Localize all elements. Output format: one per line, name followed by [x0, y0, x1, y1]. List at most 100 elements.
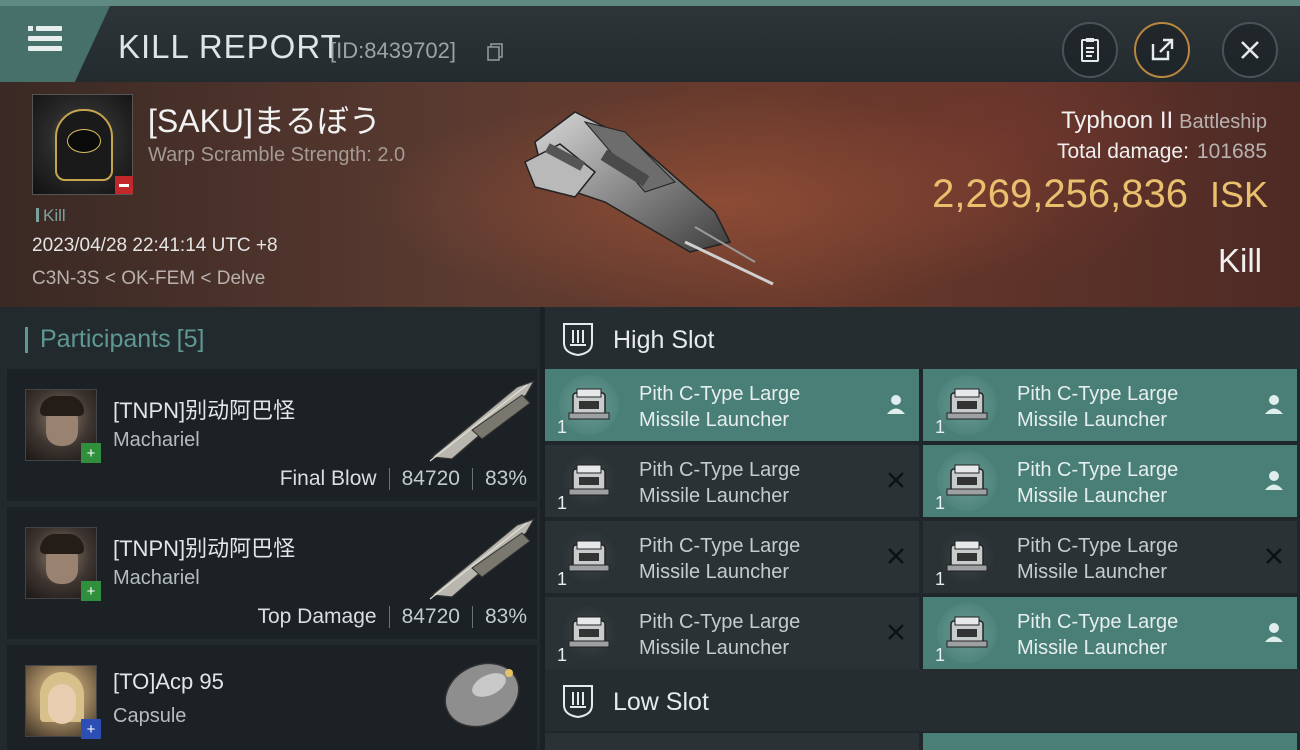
participant-name: [TO]Acp 95: [113, 669, 224, 694]
high-slot-module[interactable]: 1 Pith C-Type Large Missile Launcher: [923, 369, 1297, 441]
module-name: Pith C-Type Large Missile Launcher: [639, 609, 859, 661]
menu-icon[interactable]: [28, 24, 62, 54]
high-slot-module[interactable]: 1 Pith C-Type Large Missile Launcher: [923, 597, 1297, 669]
missile-launcher-icon: [559, 451, 619, 511]
victim-ship-type[interactable]: Typhoon II Battleship: [1061, 107, 1267, 135]
module-quantity: 1: [557, 417, 568, 437]
report-id: [ID:8439702]: [330, 38, 456, 63]
module-name: Pith C-Type Large Missile Launcher: [639, 381, 859, 433]
close-icon: [1241, 41, 1259, 59]
participants-title: Participants [5]: [24, 325, 205, 354]
high-slot-label: High Slot: [613, 326, 715, 354]
participant-ship-image[interactable]: [422, 513, 542, 603]
result-label: Kill: [1217, 242, 1262, 279]
low-slot-label: Low Slot: [613, 688, 709, 716]
participant-role: Final Blow: [279, 467, 377, 490]
victim-banner: [SAKU]まるぼう Warp Scramble Strength: 2.0 K…: [0, 82, 1300, 307]
high-slot-module[interactable]: 1 Pith C-Type Large Missile Launcher: [923, 445, 1297, 517]
ship-name: Typhoon II: [1061, 107, 1174, 134]
high-slot-module[interactable]: 1 Pith C-Type Large Missile Launcher: [545, 445, 919, 517]
module-name: Pith C-Type Large Missile Launcher: [639, 457, 859, 509]
low-slot-icon: [563, 685, 593, 719]
participant-percent: 83%: [484, 467, 527, 490]
missile-launcher-icon: [937, 527, 997, 587]
participant-name: [TNPN]别动阿巴怪: [113, 536, 296, 561]
isk-unit: ISK: [1209, 174, 1268, 215]
module-name-line2: Missile Launcher: [639, 637, 790, 659]
hostile-badge: [115, 176, 133, 194]
low-slot-module-partial[interactable]: [923, 733, 1297, 750]
participant-stats: Final Blow 84720 83%: [280, 467, 527, 491]
clipboard-icon: [1081, 38, 1099, 62]
fitting-panel: High Slot 1 Pith C-Type Large Missile Laun…: [545, 307, 1300, 750]
capsule-image[interactable]: [437, 655, 527, 735]
module-name-line1: Pith C-Type Large: [1017, 459, 1179, 481]
missile-launcher-icon: [559, 603, 619, 663]
module-name-line1: Pith C-Type Large: [1017, 535, 1179, 557]
module-name-line2: Missile Launcher: [1017, 561, 1168, 583]
kill-tag: Kill: [36, 206, 66, 226]
module-quantity: 1: [935, 493, 946, 513]
top-bar: KILL REPORT [ID:8439702]: [0, 0, 1300, 82]
low-slot-header: Low Slot: [545, 669, 1300, 731]
participant-ship: Machariel: [113, 429, 200, 451]
high-slot-module[interactable]: 1 Pith C-Type Large Missile Launcher: [923, 521, 1297, 593]
module-quantity: 1: [935, 569, 946, 589]
missile-launcher-icon: [937, 603, 997, 663]
module-quantity: 1: [935, 645, 946, 665]
participant-row[interactable]: + [TO]Acp 95 Capsule: [7, 645, 537, 750]
total-damage: Total damage: 101685: [1057, 140, 1267, 164]
friendly-badge: +: [81, 443, 101, 463]
copy-icon[interactable]: [487, 43, 503, 61]
low-slot-module-partial[interactable]: [545, 733, 919, 750]
module-name-line1: Pith C-Type Large: [639, 535, 801, 557]
participant-stats: Top Damage 84720 83%: [257, 605, 527, 629]
participant-row[interactable]: + [TNPN]别动阿巴怪 Machariel Top Damage 84720…: [7, 507, 537, 639]
participant-percent: 83%: [484, 605, 527, 628]
pilot-icon: [887, 395, 905, 414]
participants-title-text: Participants: [40, 325, 171, 353]
warp-scramble-strength: Warp Scramble Strength: 2.0: [148, 144, 406, 166]
module-name-line2: Missile Launcher: [1017, 409, 1168, 431]
close-button[interactable]: [1222, 22, 1278, 78]
ship-class: Battleship: [1179, 111, 1267, 133]
missile-launcher-icon: [937, 375, 997, 435]
participant-name: [TNPN]别动阿巴怪: [113, 398, 296, 423]
high-slot-header: High Slot: [545, 307, 1300, 369]
total-damage-label: Total damage:: [1057, 140, 1189, 163]
module-name-line1: Pith C-Type Large: [639, 459, 801, 481]
module-name: Pith C-Type Large Missile Launcher: [1017, 457, 1237, 509]
module-quantity: 1: [557, 645, 568, 665]
missile-launcher-icon: [559, 375, 619, 435]
destroyed-icon: [1266, 548, 1282, 564]
share-button[interactable]: [1134, 22, 1190, 78]
module-name: Pith C-Type Large Missile Launcher: [1017, 609, 1237, 661]
participant-ship: Machariel: [113, 567, 200, 589]
module-name-line1: Pith C-Type Large: [639, 611, 801, 633]
high-slot-module[interactable]: 1 Pith C-Type Large Missile Launcher: [545, 369, 919, 441]
victim-ship-image[interactable]: [515, 102, 785, 292]
participant-row[interactable]: + [TNPN]别动阿巴怪 Machariel Final Blow 84720…: [7, 369, 537, 501]
module-name-line2: Missile Launcher: [639, 561, 790, 583]
high-slot-icon: [563, 323, 593, 357]
kill-time: 2023/04/28 22:41:14 UTC +8: [32, 235, 278, 256]
missile-launcher-icon: [559, 527, 619, 587]
destroyed-icon: [888, 472, 904, 488]
participant-ship-image[interactable]: [422, 375, 542, 465]
participant-damage: 84720: [401, 605, 460, 628]
high-slot-module[interactable]: 1 Pith C-Type Large Missile Launcher: [545, 521, 919, 593]
missile-launcher-icon: [937, 451, 997, 511]
module-name-line2: Missile Launcher: [639, 409, 790, 431]
clipboard-button[interactable]: [1062, 22, 1118, 78]
module-name-line1: Pith C-Type Large: [1017, 611, 1179, 633]
participant-role: Top Damage: [257, 605, 377, 628]
module-name-line1: Pith C-Type Large: [639, 383, 801, 405]
high-slot-module[interactable]: 1 Pith C-Type Large Missile Launcher: [545, 597, 919, 669]
participants-panel: Participants [5] + [TNPN]别动阿巴怪 Machariel …: [0, 307, 540, 750]
victim-name[interactable]: [SAKU]まるぼう: [148, 96, 381, 142]
fleet-badge: +: [81, 719, 101, 739]
pilot-icon: [1265, 395, 1283, 414]
kill-location[interactable]: C3N-3S < OK-FEM < Delve: [32, 268, 265, 290]
participants-count: [5]: [176, 325, 205, 353]
participant-damage: 84720: [401, 467, 460, 490]
